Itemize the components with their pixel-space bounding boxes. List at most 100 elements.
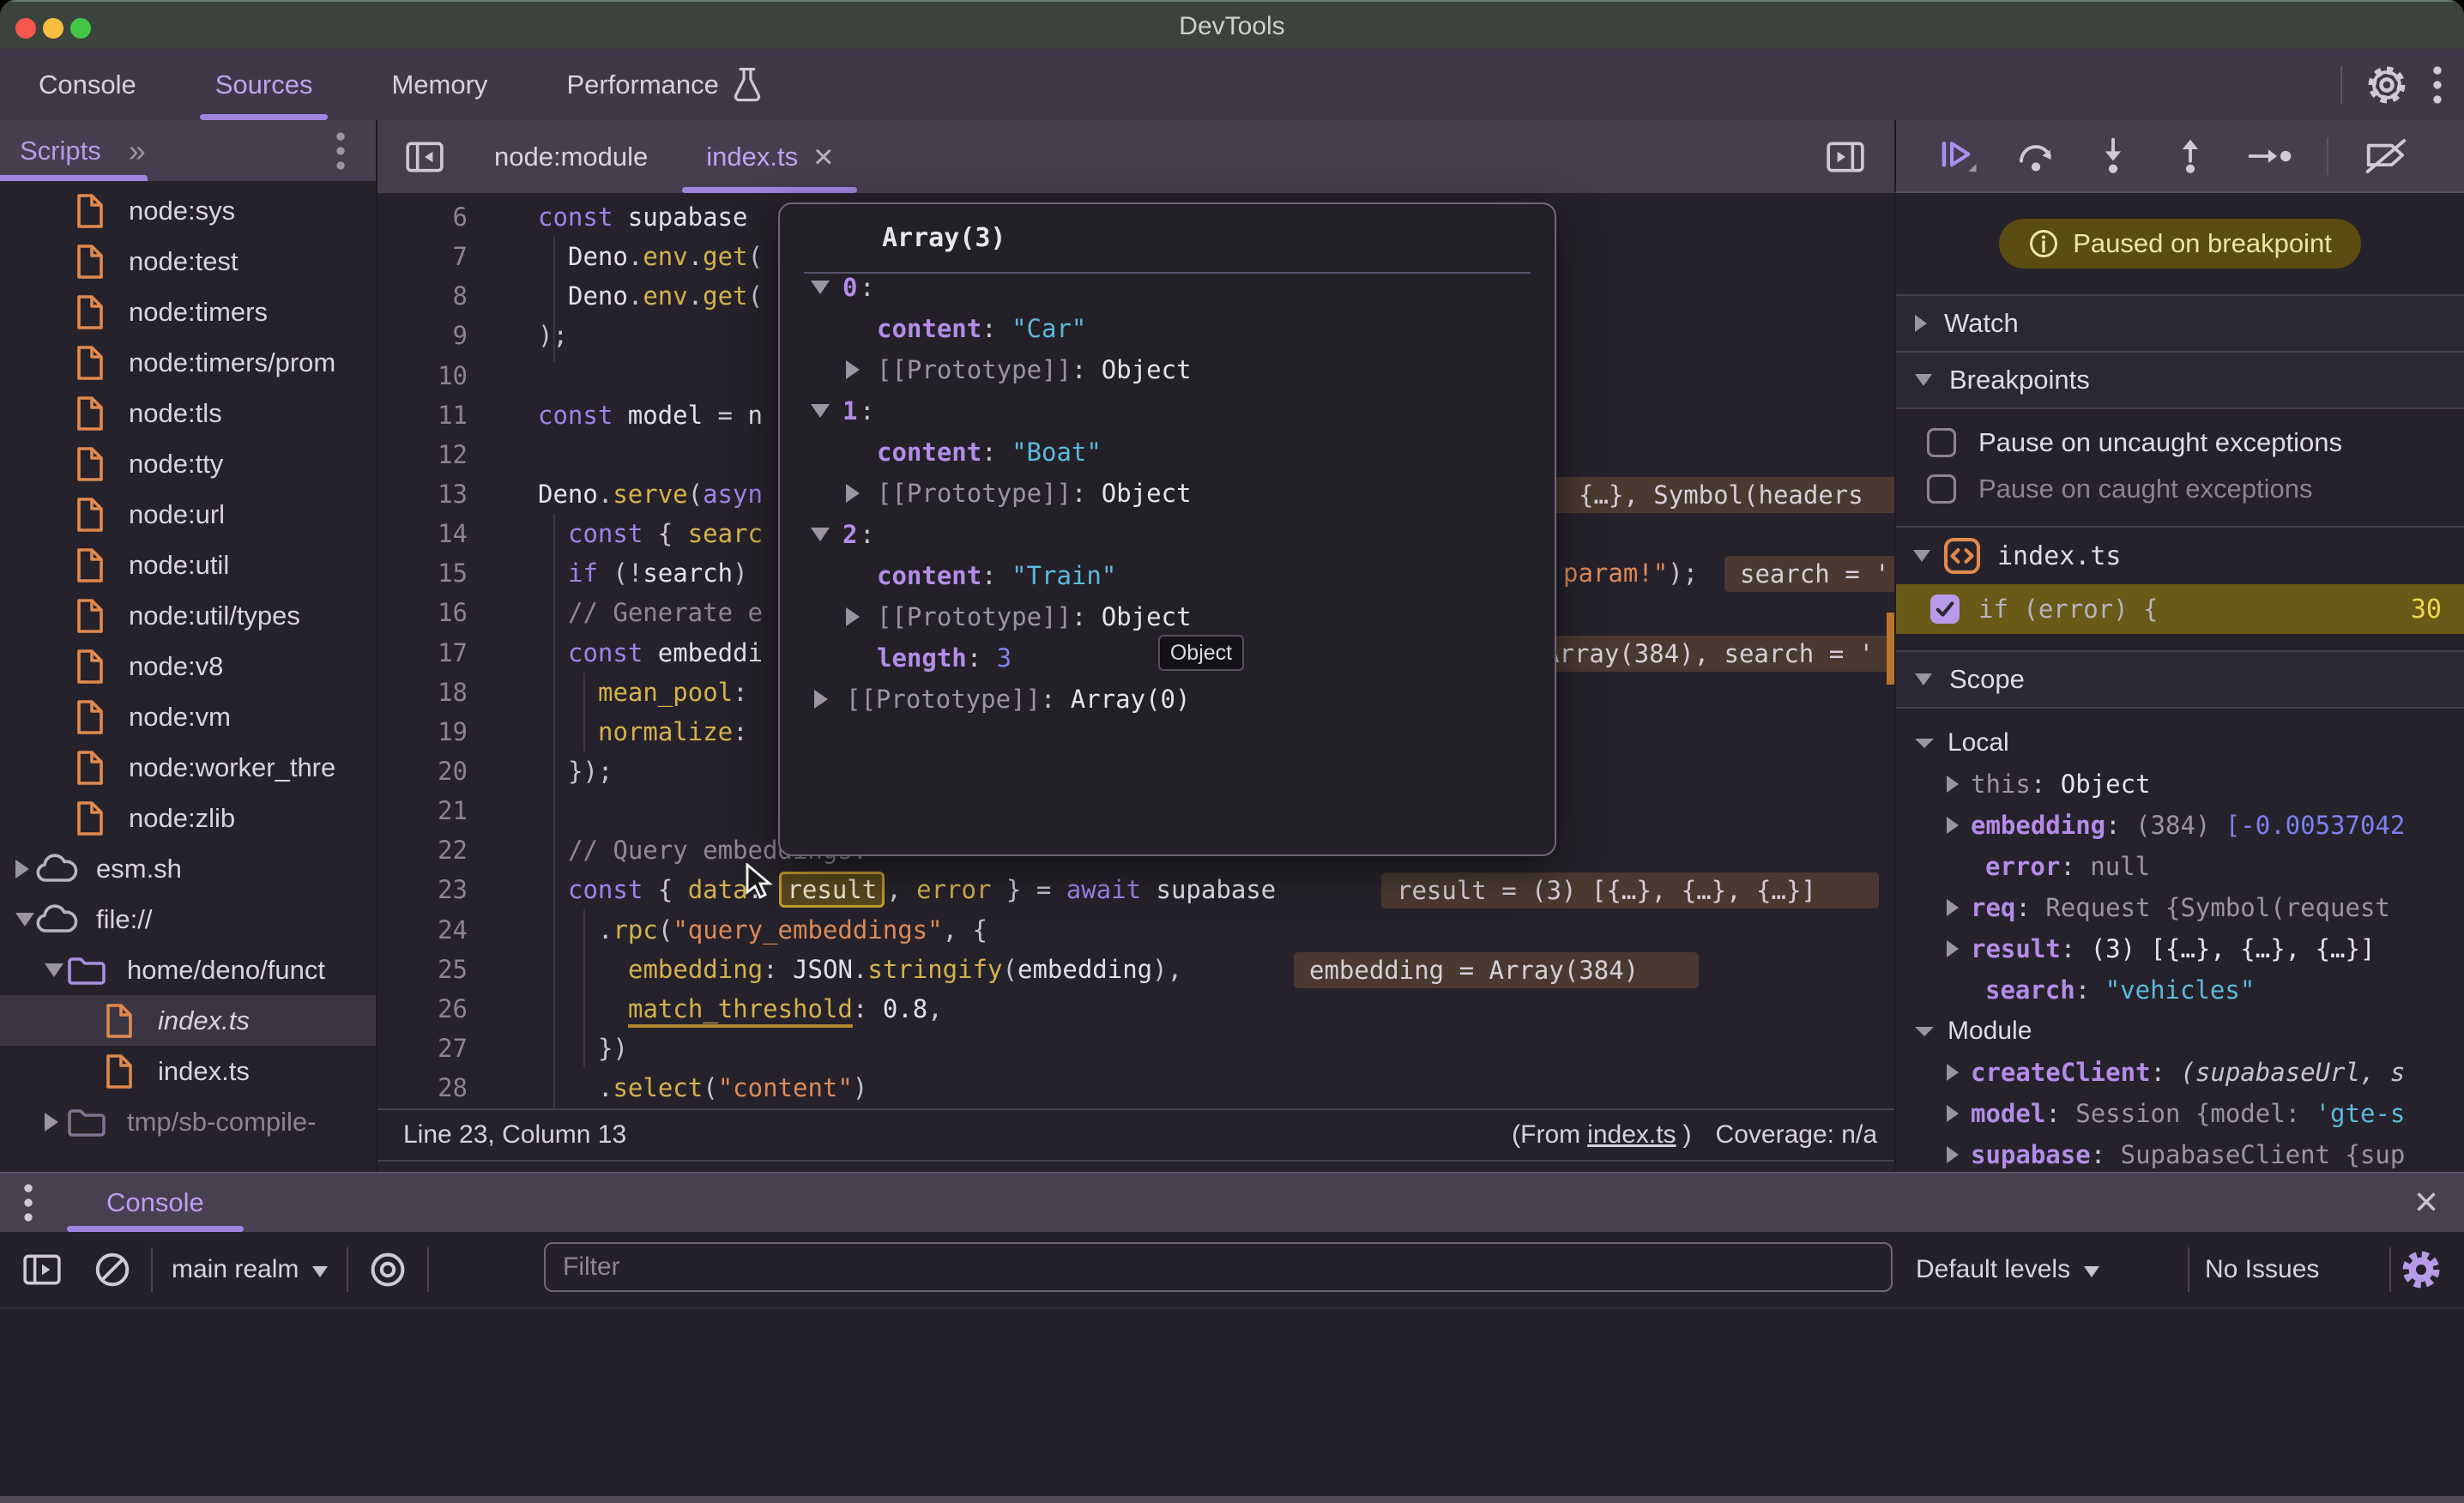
file-tree-item[interactable]: tmp/sb-compile- (0, 1096, 376, 1147)
file-tree-item[interactable]: index.ts (0, 1046, 376, 1096)
line-number[interactable]: 25 (377, 950, 468, 989)
console-settings-gear-icon[interactable] (2399, 1247, 2443, 1292)
file-tree-item[interactable]: node:worker_thre (0, 742, 376, 793)
step-icon[interactable] (2246, 136, 2292, 176)
resume-icon[interactable] (1937, 136, 1980, 176)
scope-variable-supabase[interactable]: supabase: SupabaseClient {sup (1896, 1134, 2464, 1172)
editor-tab-node:module[interactable]: node:module (465, 120, 677, 193)
file-tree-item[interactable]: node:sys (0, 185, 376, 236)
line-number[interactable]: 10 (377, 356, 468, 395)
popup-row[interactable]: [[Prototype]]: Array(0) (780, 679, 1555, 720)
line-number[interactable]: 28 (377, 1068, 468, 1108)
editor-tab-index.ts[interactable]: index.ts× (677, 120, 862, 193)
popup-row[interactable]: [[Prototype]]: Object (780, 349, 1555, 390)
file-tree-item[interactable]: esm.sh (0, 843, 376, 894)
breakpoint-option[interactable]: Pause on uncaught exceptions (1896, 420, 2464, 466)
line-number[interactable]: 27 (377, 1029, 468, 1068)
code-line-25[interactable]: 25embedding: JSON.stringify(embedding),e… (377, 950, 1894, 989)
file-tree-item[interactable]: node:v8 (0, 641, 376, 691)
line-number[interactable]: 14 (377, 514, 468, 553)
popup-row[interactable]: 1: (780, 390, 1555, 432)
file-tree-item[interactable]: node:test (0, 236, 376, 287)
popup-row[interactable]: content: "Train" (780, 555, 1555, 596)
file-tree-item[interactable]: node:vm (0, 691, 376, 742)
step-over-icon[interactable] (2014, 136, 2057, 176)
tab-memory[interactable]: Memory (376, 49, 503, 120)
popup-row[interactable]: [[Prototype]]: Object (780, 596, 1555, 637)
line-number[interactable]: 9 (377, 316, 468, 355)
filter-input[interactable] (544, 1242, 1893, 1292)
breakpoint-option[interactable]: Pause on caught exceptions (1896, 466, 2464, 512)
line-number[interactable]: 13 (377, 474, 468, 514)
breakpoint-checkbox[interactable] (1930, 595, 1960, 624)
code-line-28[interactable]: 28.select("content") (377, 1068, 1894, 1108)
clear-console-icon[interactable] (93, 1250, 132, 1289)
source-file-link[interactable]: index.ts (1587, 1120, 1676, 1150)
checkbox[interactable] (1927, 428, 1956, 457)
file-tree-item[interactable]: node:util (0, 540, 376, 590)
file-tree-item[interactable]: home/deno/funct (0, 945, 376, 995)
section-breakpoints[interactable]: Breakpoints (1896, 351, 2464, 407)
file-tree-item[interactable]: node:tty (0, 438, 376, 489)
hide-panel-icon[interactable] (1826, 140, 1865, 174)
code-line-26[interactable]: 26match_threshold: 0.8, (377, 989, 1894, 1029)
tab-performance[interactable]: Performance (551, 49, 778, 120)
scope-variable-model[interactable]: model: Session {model: 'gte-s (1896, 1093, 2464, 1134)
step-into-icon[interactable] (2092, 136, 2135, 176)
breakpoint-file-group[interactable]: index.ts (1896, 526, 2464, 584)
tab-console[interactable]: Console (23, 49, 152, 120)
file-tree-item[interactable]: node:zlib (0, 793, 376, 843)
popup-row[interactable]: [[Prototype]]: Object (780, 473, 1555, 514)
step-out-icon[interactable] (2169, 136, 2212, 176)
file-tree-item[interactable]: node:url (0, 489, 376, 540)
line-number[interactable]: 12 (377, 435, 468, 474)
drawer-menu-icon[interactable] (22, 1180, 34, 1225)
execution-context-dropdown[interactable]: main realm (172, 1255, 328, 1284)
line-number[interactable]: 7 (377, 237, 468, 276)
file-tree-item[interactable]: node:timers (0, 287, 376, 337)
settings-gear-icon[interactable] (2364, 63, 2409, 107)
code-line-27[interactable]: 27}) (377, 1029, 1894, 1068)
line-number[interactable]: 26 (377, 989, 468, 1029)
line-number[interactable]: 22 (377, 830, 468, 870)
file-tree-item[interactable]: node:util/types (0, 590, 376, 641)
code-line-24[interactable]: 24.rpc("query_embeddings", { (377, 910, 1894, 950)
line-number[interactable]: 24 (377, 910, 468, 950)
line-number[interactable]: 17 (377, 633, 468, 673)
breakpoint-entry[interactable]: if (error) { 30 (1896, 584, 2464, 634)
tab-scripts[interactable]: Scripts (20, 136, 101, 166)
popup-row[interactable]: 0: (780, 267, 1555, 308)
line-number[interactable]: 8 (377, 276, 468, 316)
scope-variable-error[interactable]: error: null (1896, 846, 2464, 887)
line-number[interactable]: 16 (377, 593, 468, 632)
scope-variable-createClient[interactable]: createClient: (supabaseUrl, s (1896, 1052, 2464, 1093)
tab-console-drawer[interactable]: Console (86, 1174, 225, 1232)
line-number[interactable]: 15 (377, 553, 468, 593)
file-tree-item[interactable]: node:timers/prom (0, 337, 376, 388)
code-line-23[interactable]: 23const { data: result, error } = await … (377, 870, 1894, 909)
sidebar-menu-icon[interactable] (335, 129, 347, 173)
scope-section-local[interactable]: Local (1896, 722, 2464, 764)
section-scope[interactable]: Scope (1896, 650, 2464, 709)
console-sidebar-toggle-icon[interactable] (22, 1252, 62, 1287)
line-number[interactable]: 6 (377, 197, 468, 237)
scope-variable-embedding[interactable]: embedding: (384) [-0.00537042 (1896, 805, 2464, 846)
section-watch[interactable]: Watch (1896, 294, 2464, 351)
scope-section-module[interactable]: Module (1896, 1011, 2464, 1052)
popup-row[interactable]: content: "Car" (780, 308, 1555, 349)
close-drawer-icon[interactable]: × (2414, 1182, 2438, 1223)
close-tab-icon[interactable]: × (813, 140, 833, 174)
tab-sources[interactable]: Sources (200, 49, 329, 120)
line-number[interactable]: 19 (377, 712, 468, 752)
more-tabs-icon[interactable]: » (129, 133, 142, 169)
file-tree-item[interactable]: index.ts (0, 995, 376, 1046)
live-expression-eye-icon[interactable] (367, 1249, 408, 1290)
popup-row[interactable]: 2: (780, 514, 1555, 555)
line-number[interactable]: 21 (377, 791, 468, 830)
issues-counter[interactable]: No Issues (2205, 1255, 2319, 1284)
scope-variable-this[interactable]: this: Object (1896, 764, 2464, 805)
checkbox[interactable] (1927, 474, 1956, 504)
log-levels-dropdown[interactable]: Default levels (1916, 1255, 2099, 1284)
line-number[interactable]: 20 (377, 752, 468, 791)
line-number[interactable]: 23 (377, 870, 468, 909)
